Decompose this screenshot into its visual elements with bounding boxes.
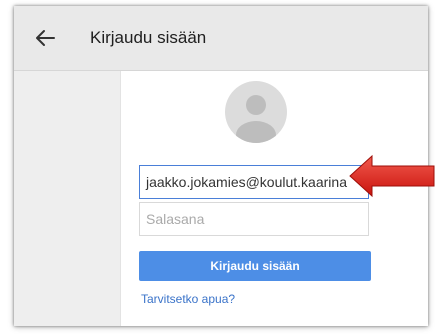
app-bar: Kirjaudu sisään [14, 6, 428, 71]
red-arrow-pointer-icon [348, 153, 436, 199]
help-link[interactable]: Tarvitsetko apua? [141, 292, 235, 306]
sign-in-button[interactable]: Kirjaudu sisään [139, 251, 371, 281]
email-field[interactable]: jaakko.jokamies@koulut.kaarina [139, 165, 369, 199]
user-avatar-icon [225, 81, 287, 143]
back-arrow-icon[interactable] [34, 28, 56, 48]
page-title: Kirjaudu sisään [90, 28, 207, 47]
password-field[interactable] [139, 202, 369, 236]
